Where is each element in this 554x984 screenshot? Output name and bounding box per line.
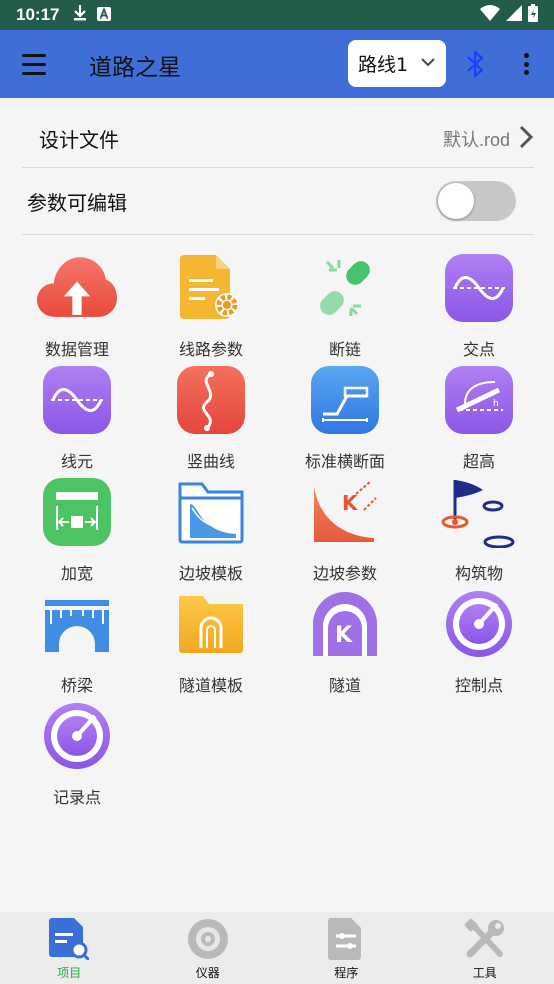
cloud-upload-icon xyxy=(37,248,117,328)
nav-tools[interactable]: 工具 xyxy=(416,912,554,984)
grid-item-label: 桥梁 xyxy=(60,676,93,695)
grid-item-slope-params[interactable]: K 边坡参数 xyxy=(278,472,412,584)
sine-wave-icon xyxy=(37,360,117,440)
grid-item-label: 线路参数 xyxy=(178,340,243,359)
target-icon xyxy=(439,584,519,664)
nav-label: 工具 xyxy=(472,966,497,980)
nav-program[interactable]: 程序 xyxy=(277,912,416,984)
superelevation-icon: h xyxy=(439,360,519,440)
more-vert-icon xyxy=(523,53,529,58)
grid-item-record-point[interactable]: 记录点 xyxy=(10,696,144,808)
target-icon xyxy=(37,696,117,776)
grid-item-label: 边坡模板 xyxy=(178,564,243,583)
grid-item-control-point[interactable]: 控制点 xyxy=(412,584,546,696)
download-icon xyxy=(73,5,87,25)
bluetooth-icon[interactable] xyxy=(464,50,486,82)
svg-text:K: K xyxy=(342,491,359,515)
tools-icon xyxy=(462,916,508,962)
grid-item-tunnel-template[interactable]: 隧道模板 xyxy=(144,584,278,696)
more-options-button[interactable] xyxy=(518,50,534,78)
sine-wave-icon xyxy=(439,248,519,328)
widening-icon xyxy=(37,472,117,552)
route-select[interactable]: 路线1 xyxy=(348,40,446,87)
chevron-right-icon xyxy=(518,125,534,153)
broken-link-icon xyxy=(305,248,385,328)
nav-instrument[interactable]: 仪器 xyxy=(139,912,278,984)
grid-item-vertical-curve[interactable]: 竖曲线 xyxy=(144,360,278,472)
bridge-icon xyxy=(37,584,117,664)
tunnel-icon: K xyxy=(305,584,385,664)
grid-item-slope-template[interactable]: 边坡模板 xyxy=(144,472,278,584)
grid-item-structures[interactable]: 构筑物 xyxy=(412,472,546,584)
grid-item-bridge[interactable]: 桥梁 xyxy=(10,584,144,696)
design-file-row[interactable]: 设计文件 默认.rod xyxy=(22,110,534,168)
grid-item-intersection[interactable]: 交点 xyxy=(412,248,546,360)
grid-item-label: 数据管理 xyxy=(44,340,109,359)
vertical-curve-icon xyxy=(171,360,251,440)
editable-toggle[interactable] xyxy=(436,181,516,221)
nav-label: 仪器 xyxy=(195,966,220,980)
app-title: 道路之星 xyxy=(89,55,181,81)
grid-item-widening[interactable]: 加宽 xyxy=(10,472,144,584)
nav-label: 项目 xyxy=(57,966,82,980)
status-time: 10:17 xyxy=(16,5,60,24)
grid-item-broken-chain[interactable]: 断链 xyxy=(278,248,412,360)
grid-item-route-params[interactable]: 线路参数 xyxy=(144,248,278,360)
grid-item-superelevation[interactable]: h 超高 xyxy=(412,360,546,472)
document-gear-icon xyxy=(171,248,251,328)
grid-item-label: 交点 xyxy=(462,340,495,359)
grid-item-tunnel[interactable]: K 隧道 xyxy=(278,584,412,696)
grid-item-label: 加宽 xyxy=(60,564,93,583)
battery-icon xyxy=(528,4,538,26)
app-bar: 道路之星 路线1 xyxy=(0,30,554,98)
route-select-value: 路线1 xyxy=(358,54,409,76)
slope-parameter-icon: K xyxy=(305,472,385,552)
editable-label: 参数可编辑 xyxy=(27,190,127,215)
nav-project[interactable]: 项目 xyxy=(0,912,139,984)
grid-item-label: 记录点 xyxy=(52,788,101,807)
grid-item-label: 隧道模板 xyxy=(178,676,243,695)
grid-item-standard-cross-section[interactable]: 标准横断面 xyxy=(278,360,412,472)
wifi-icon xyxy=(480,5,500,25)
toggle-knob xyxy=(438,183,474,219)
editable-row: 参数可编辑 xyxy=(22,168,534,235)
grid-item-line-element[interactable]: 线元 xyxy=(10,360,144,472)
status-bar: 10:17 xyxy=(0,0,554,30)
hamburger-icon xyxy=(22,53,46,57)
grid-item-label: 控制点 xyxy=(454,676,503,695)
flag-structure-icon xyxy=(439,472,519,552)
design-file-label: 设计文件 xyxy=(39,128,119,152)
nav-label: 程序 xyxy=(334,966,359,980)
instrument-icon xyxy=(185,916,231,962)
bottom-nav: 项目 仪器 程序 工具 xyxy=(0,912,554,984)
signal-icon xyxy=(506,5,522,25)
grid-item-label: 隧道 xyxy=(328,676,361,695)
grid-item-label: 竖曲线 xyxy=(186,452,235,471)
grid-item-label: 断链 xyxy=(328,340,361,359)
grid-item-data-management[interactable]: 数据管理 xyxy=(10,248,144,360)
grid-item-label: 构筑物 xyxy=(454,564,503,583)
svg-text:h: h xyxy=(493,399,499,409)
svg-text:K: K xyxy=(335,623,353,648)
notification-a-icon xyxy=(97,6,112,25)
chevron-down-icon xyxy=(420,54,436,74)
grid-item-label: 超高 xyxy=(462,452,495,471)
design-file-value: 默认.rod xyxy=(442,129,510,150)
grid-item-label: 线元 xyxy=(60,452,93,471)
grid-item-label: 标准横断面 xyxy=(304,452,385,471)
grid-item-label: 边坡参数 xyxy=(312,564,377,583)
slope-template-folder-icon xyxy=(171,472,251,552)
cross-section-icon xyxy=(305,360,385,440)
program-icon xyxy=(323,916,369,962)
tunnel-template-folder-icon xyxy=(171,584,251,664)
menu-button[interactable] xyxy=(18,50,50,78)
project-icon xyxy=(46,916,92,962)
